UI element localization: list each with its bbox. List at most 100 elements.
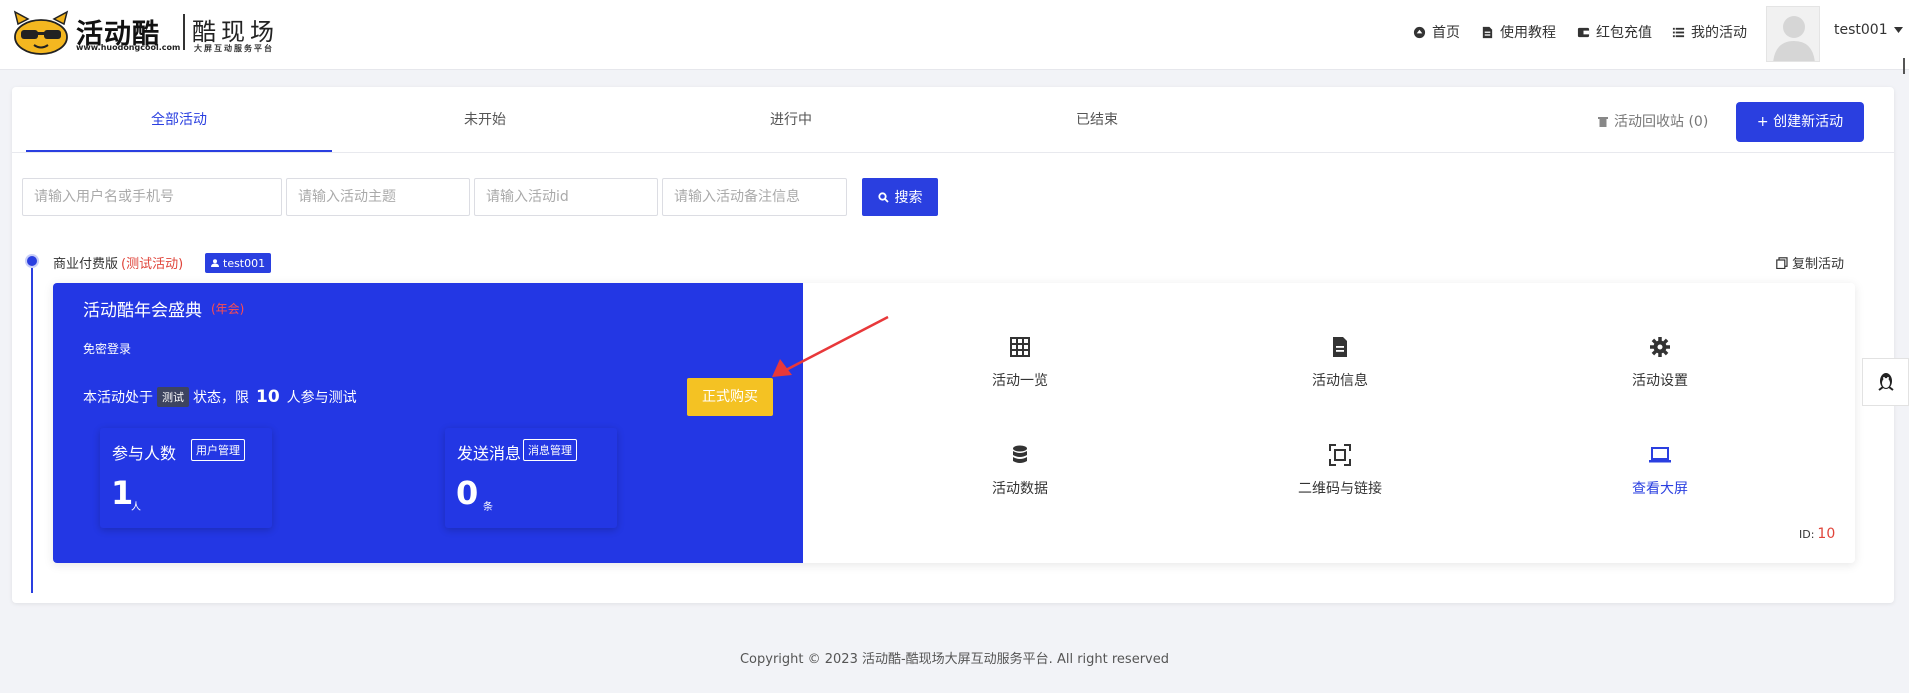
messages-stat: 发送消息 消息管理 0 条: [445, 428, 617, 528]
status-suffix: 人参与测试: [286, 390, 357, 406]
username: test001: [1834, 22, 1888, 38]
activity-panel: 全部活动 未开始 进行中 已结束 活动回收站 (0) + 创建新活动 搜索 商业…: [12, 87, 1894, 603]
timeline-line: [31, 268, 33, 593]
create-activity-button[interactable]: + 创建新活动: [1736, 102, 1864, 142]
menu-settings-label: 活动设置: [1632, 373, 1688, 389]
nav-tutorial[interactable]: 使用教程: [1481, 22, 1556, 42]
user-menu[interactable]: test001: [1834, 22, 1903, 38]
user-placeholder-icon: [1773, 16, 1815, 61]
activity-summary: 活动酷年会盛典 (年会) 免密登录 本活动处于 测试 状态，限 10 人参与测试…: [53, 283, 803, 563]
person-icon: [211, 259, 219, 267]
owner-badge: test001: [205, 253, 272, 273]
nav-home[interactable]: 首页: [1413, 22, 1460, 42]
scrollbar-marker[interactable]: [1903, 58, 1905, 74]
copy-activity-label: 复制活动: [1792, 257, 1845, 272]
messages-label: 发送消息: [457, 444, 522, 463]
edition-label: 商业付费版 (测试活动): [53, 253, 183, 272]
edition-name: 商业付费版: [53, 257, 119, 272]
laptop-icon: [1649, 447, 1671, 463]
annotation-arrow-icon: [772, 315, 889, 377]
table-grid-icon: [1010, 337, 1030, 357]
search-button[interactable]: 搜索: [862, 178, 938, 216]
menu-info[interactable]: 活动信息: [1240, 336, 1440, 390]
menu-overview[interactable]: 活动一览: [920, 336, 1120, 390]
menu-big-screen[interactable]: 查看大屏: [1560, 444, 1760, 498]
tab-divider: [12, 152, 1894, 153]
tab-all[interactable]: 全部活动: [26, 87, 332, 153]
activity-type-tag: (年会): [211, 302, 245, 316]
document-icon: [1482, 26, 1493, 38]
participants-stat: 参与人数 用户管理 1 人: [100, 428, 272, 528]
timeline-dot: [25, 254, 39, 268]
username-search-input[interactable]: [22, 178, 282, 216]
nav-home-label: 首页: [1432, 25, 1460, 41]
list-icon: [1672, 27, 1685, 37]
cat-mascot-icon: [13, 10, 69, 55]
nav-recharge[interactable]: 红包充值: [1577, 22, 1652, 42]
nav-my-activity-label: 我的活动: [1691, 25, 1747, 41]
copy-icon: [1776, 256, 1788, 269]
menu-settings[interactable]: 活动设置: [1560, 336, 1760, 390]
recycle-bin-label: 活动回收站 (0): [1614, 114, 1709, 130]
user-management-button[interactable]: 用户管理: [191, 439, 245, 461]
id-search-input[interactable]: [474, 178, 658, 216]
brand-tagline: 大屏互动服务平台: [194, 44, 274, 53]
qq-penguin-icon: [1877, 373, 1894, 391]
tab-not-started[interactable]: 未开始: [332, 87, 638, 153]
participants-count: 1: [111, 474, 134, 512]
messages-unit: 条: [483, 502, 493, 513]
free-login-label: 免密登录: [83, 342, 132, 356]
menu-qrcode[interactable]: 二维码与链接: [1240, 444, 1440, 498]
qq-service-button[interactable]: [1862, 358, 1909, 406]
file-text-icon: [1333, 337, 1347, 357]
footer-copyright: Copyright © 2023 活动酷-酷现场大屏互动服务平台. All ri…: [739, 652, 1169, 667]
menu-qrcode-label: 二维码与链接: [1298, 481, 1382, 497]
home-arrow-icon: [1413, 26, 1426, 38]
purchase-button[interactable]: 正式购买: [687, 378, 773, 416]
brand-subtitle: 酷现场: [192, 18, 279, 46]
logo-divider: [183, 14, 185, 50]
activity-id: ID: 10: [1799, 526, 1835, 542]
participants-unit: 人: [131, 502, 141, 513]
activity-title[interactable]: 活动酷年会盛典: [83, 296, 202, 321]
theme-search-input[interactable]: [286, 178, 470, 216]
participants-label: 参与人数: [112, 444, 177, 463]
note-search-input[interactable]: [662, 178, 847, 216]
nav-recharge-label: 红包充值: [1596, 25, 1652, 41]
status-mid: 状态，限: [193, 390, 249, 406]
menu-big-screen-label: 查看大屏: [1632, 481, 1688, 497]
activity-id-label: ID:: [1799, 528, 1815, 541]
search-icon: [877, 191, 889, 203]
owner-name: test001: [223, 256, 266, 270]
search-button-label: 搜索: [894, 190, 923, 206]
top-bar: 活动酷 www.huodongcool.com 酷现场 大屏互动服务平台 首页 …: [0, 0, 1909, 70]
tab-ended[interactable]: 已结束: [944, 87, 1250, 153]
activity-card: 活动酷年会盛典 (年会) 免密登录 本活动处于 测试 状态，限 10 人参与测试…: [53, 283, 1855, 563]
status-tabs: 全部活动 未开始 进行中 已结束: [26, 87, 1276, 153]
database-icon: [1013, 445, 1027, 463]
menu-overview-label: 活动一览: [992, 373, 1048, 389]
copy-activity-button[interactable]: 复制活动: [1776, 253, 1844, 272]
avatar[interactable]: [1766, 6, 1820, 62]
logo[interactable]: 活动酷 www.huodongcool.com 酷现场 大屏互动服务平台: [12, 10, 287, 56]
recycle-bin-link[interactable]: 活动回收站 (0): [1598, 111, 1708, 131]
wallet-icon: [1577, 27, 1590, 37]
activity-status: 本活动处于 测试 状态，限 10 人参与测试: [83, 387, 357, 407]
brand-url: www.huodongcool.com: [76, 43, 181, 52]
gear-icon: [1650, 337, 1670, 357]
scan-icon: [1329, 444, 1351, 466]
nav-my-activity[interactable]: 我的活动: [1672, 22, 1747, 42]
message-management-button[interactable]: 消息管理: [523, 439, 577, 461]
activity-id-value: 10: [1817, 526, 1836, 542]
messages-count: 0: [456, 474, 479, 512]
menu-info-label: 活动信息: [1312, 373, 1368, 389]
participant-limit: 10: [256, 387, 280, 407]
menu-data[interactable]: 活动数据: [920, 444, 1120, 498]
status-pill: 测试: [157, 387, 189, 407]
menu-data-label: 活动数据: [992, 481, 1048, 497]
tab-in-progress[interactable]: 进行中: [638, 87, 944, 153]
trash-icon: [1598, 116, 1608, 127]
nav-tutorial-label: 使用教程: [1500, 25, 1556, 41]
test-activity-tag: (测试活动): [121, 257, 184, 272]
caret-down-icon: [1893, 27, 1903, 33]
